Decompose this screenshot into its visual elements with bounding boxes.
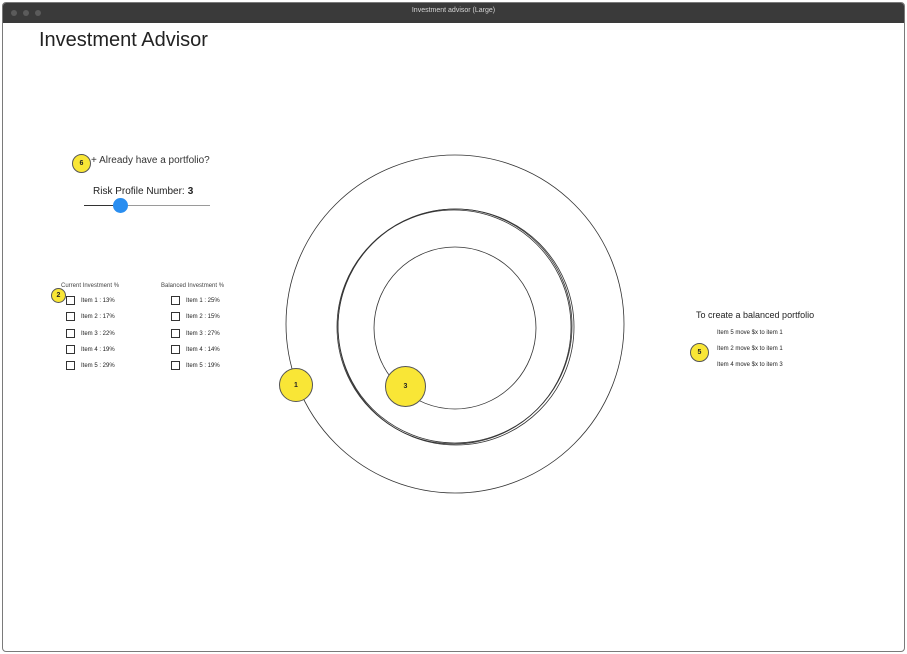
annotation-marker-5: 5	[690, 343, 709, 362]
annotation-marker-1: 1	[279, 368, 313, 402]
recommendations-title: To create a balanced portfolio	[696, 310, 815, 320]
recommendation-item: Item 4 move $x to item 3	[717, 362, 783, 368]
recommendation-item: Item 5 move $x to item 1	[717, 330, 783, 336]
recommendation-item: Item 2 move $x to item 1	[717, 346, 783, 352]
portfolio-ring-chart	[285, 154, 625, 494]
annotation-marker-3: 3	[385, 366, 426, 407]
